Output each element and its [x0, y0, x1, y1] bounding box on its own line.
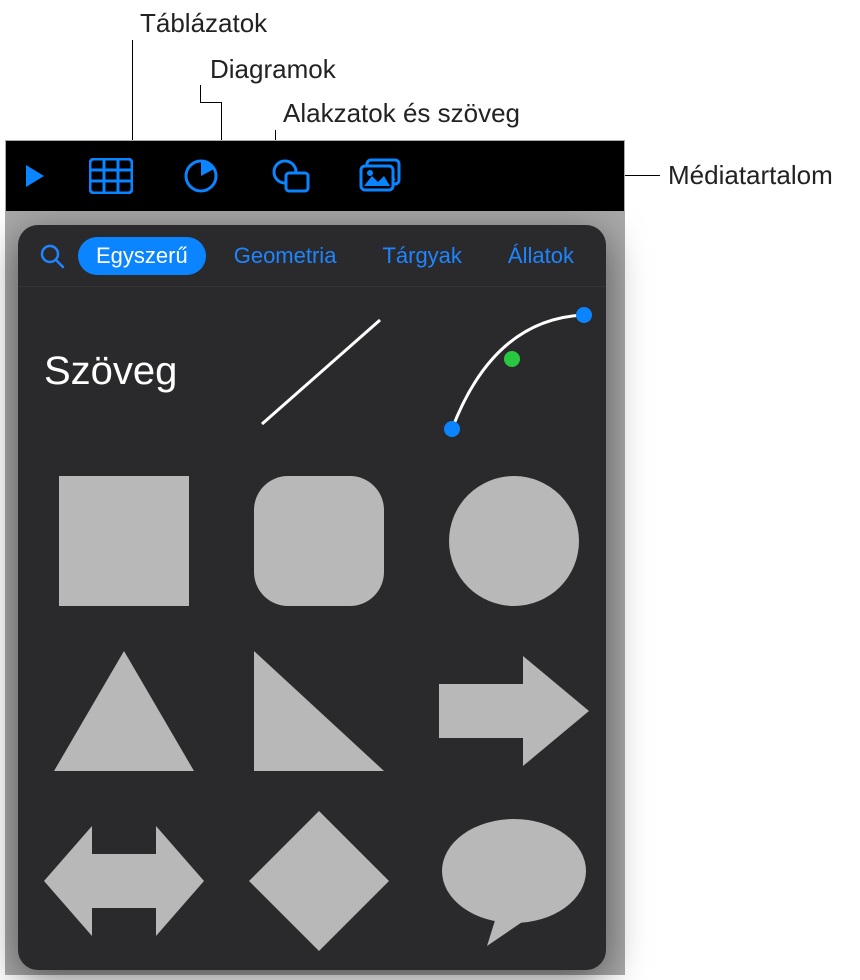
shapes-button[interactable] [246, 141, 336, 211]
category-geometry[interactable]: Geometria [216, 237, 355, 275]
category-basic[interactable]: Egyszerű [78, 237, 206, 275]
media-button[interactable] [336, 141, 426, 211]
speech-bubble-icon [439, 816, 589, 946]
charts-button[interactable] [156, 141, 246, 211]
charts-icon [183, 158, 219, 194]
callout-tables: Táblázatok [140, 8, 267, 39]
circle-icon [449, 476, 579, 606]
shapes-popover: Egyszerű Geometria Tárgyak Állatok Szöve… [18, 225, 606, 970]
shape-text[interactable]: Szöveg [44, 301, 204, 441]
shape-diamond[interactable] [244, 811, 394, 951]
play-button[interactable] [6, 141, 66, 211]
callout-line [200, 102, 221, 103]
media-icon [358, 158, 404, 194]
callout-shapes-text: Alakzatok és szöveg [283, 98, 520, 129]
popover-header: Egyszerű Geometria Tárgyak Állatok [18, 225, 606, 287]
callout-line [200, 85, 201, 103]
rounded-square-icon [254, 476, 384, 606]
diamond-icon [249, 811, 389, 951]
play-icon [20, 162, 48, 190]
category-objects[interactable]: Tárgyak [364, 237, 479, 275]
shape-circle[interactable] [434, 471, 594, 611]
shapes-icon [271, 158, 311, 194]
shape-line[interactable] [244, 301, 394, 441]
shapes-grid: Szöveg [18, 287, 606, 970]
shape-arrow-right[interactable] [434, 641, 594, 781]
search-icon [39, 243, 65, 269]
pen-icon [434, 301, 594, 441]
arrow-leftright-icon [44, 826, 204, 936]
line-icon [244, 306, 394, 436]
shape-square[interactable] [44, 471, 204, 611]
callout-media: Médiatartalom [668, 160, 833, 191]
search-button[interactable] [32, 243, 72, 269]
shape-pen[interactable] [434, 301, 594, 441]
triangle-icon [54, 651, 194, 771]
arrow-right-icon [439, 656, 589, 766]
tables-button[interactable] [66, 141, 156, 211]
shape-arrow-leftright[interactable] [44, 811, 204, 951]
category-animals[interactable]: Állatok [490, 237, 592, 275]
tables-icon [89, 158, 133, 194]
shape-triangle[interactable] [44, 641, 204, 781]
shape-right-triangle[interactable] [244, 641, 394, 781]
right-triangle-icon [254, 651, 384, 771]
callout-charts: Diagramok [210, 54, 336, 85]
shape-speech-bubble[interactable] [434, 811, 594, 951]
square-icon [59, 476, 189, 606]
shape-rounded-square[interactable] [244, 471, 394, 611]
toolbar [6, 141, 624, 211]
